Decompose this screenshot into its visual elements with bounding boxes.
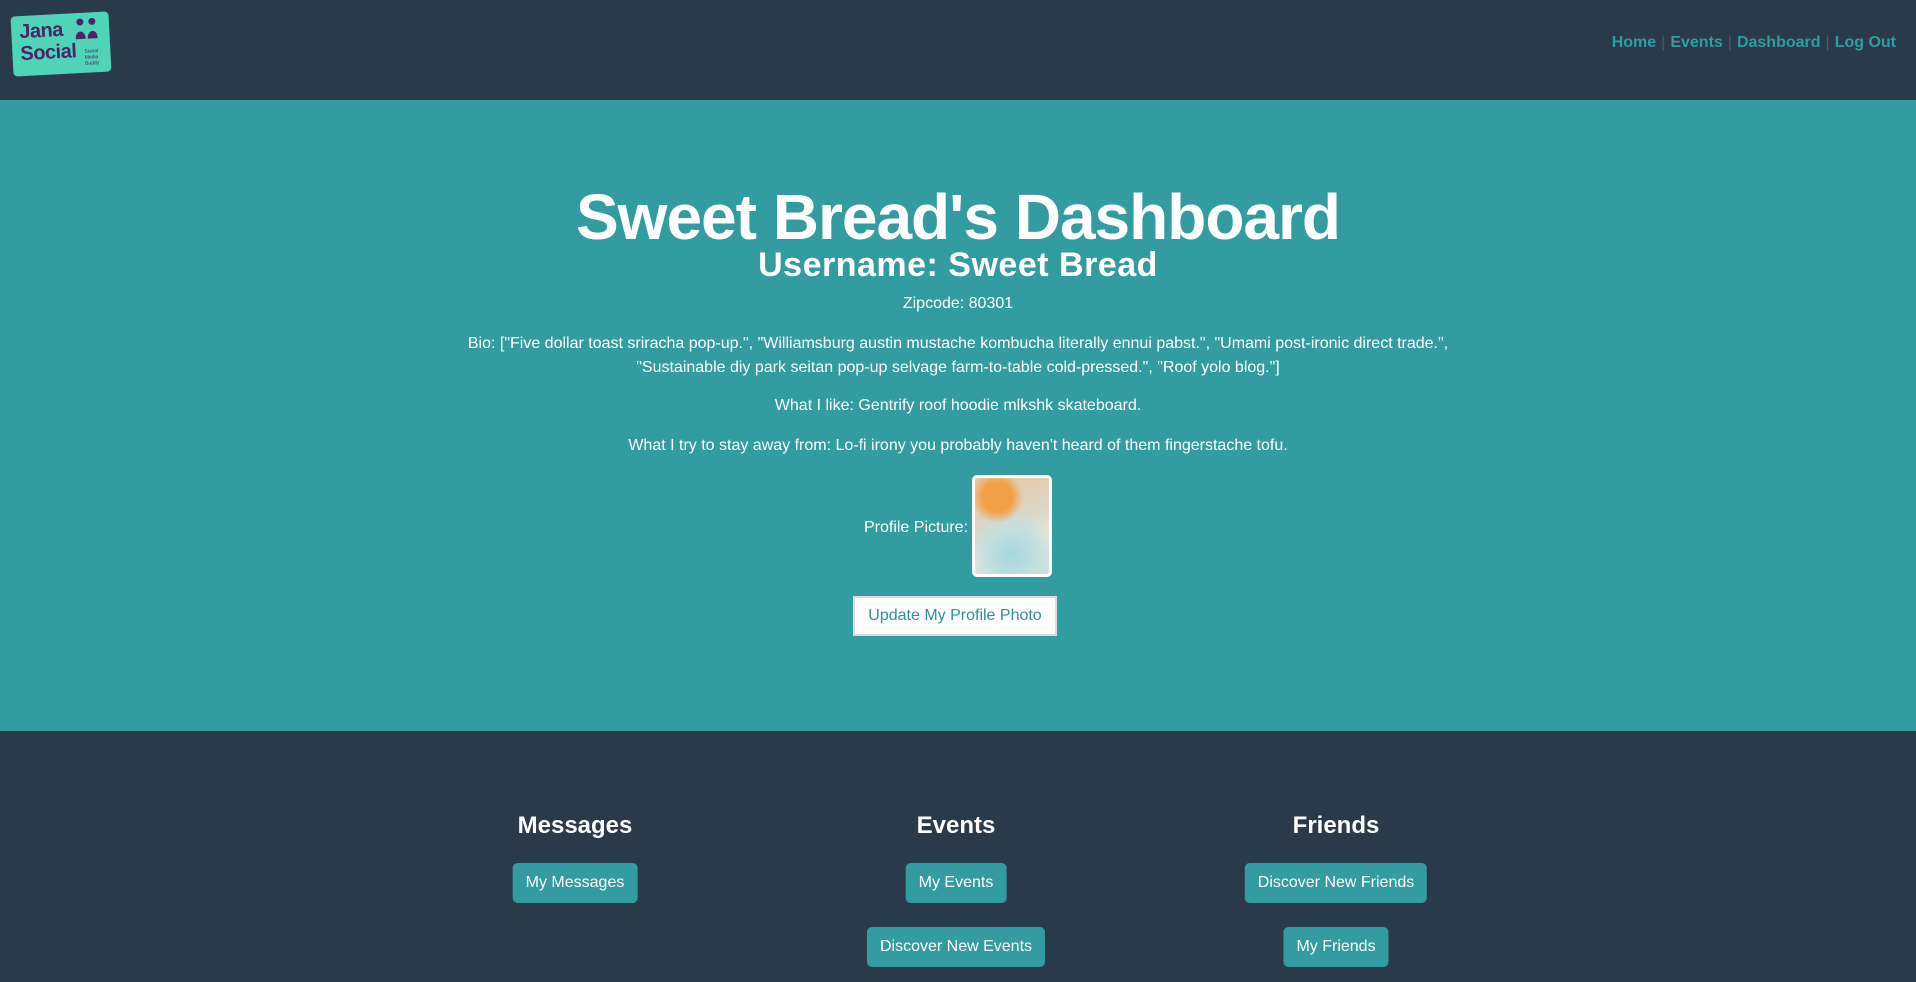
dashboard-sections: Messages My Messages Events My Events Di…: [0, 731, 1916, 982]
messages-section: Messages My Messages: [425, 811, 725, 903]
profile-picture-row: Profile Picture:: [0, 475, 1916, 577]
nav-separator: |: [1727, 34, 1732, 51]
people-icon: [75, 17, 98, 40]
nav-separator: |: [1825, 34, 1830, 51]
my-messages-button[interactable]: My Messages: [512, 863, 638, 903]
discover-new-friends-button[interactable]: Discover New Friends: [1244, 863, 1428, 903]
nav-events-link[interactable]: Events: [1670, 34, 1722, 52]
nav-links: Home | Events | Dashboard | Log Out: [1612, 34, 1896, 52]
my-events-button[interactable]: My Events: [905, 863, 1007, 903]
bio-text: Bio: ["Five dollar toast sriracha pop-up…: [467, 335, 1449, 376]
nav-dashboard-link[interactable]: Dashboard: [1737, 34, 1821, 52]
profile-hero: Sweet Bread's Dashboard Username: Sweet …: [0, 100, 1916, 731]
nav-home-link[interactable]: Home: [1612, 34, 1656, 52]
likes-text: What I like: Gentrify roof hoodie mlkshk…: [774, 397, 1142, 414]
my-friends-button[interactable]: My Friends: [1283, 927, 1389, 967]
zipcode-text: Zipcode: 80301: [902, 295, 1014, 312]
discover-new-events-button[interactable]: Discover New Events: [866, 927, 1046, 967]
profile-picture-label: Profile Picture:: [863, 519, 969, 536]
events-heading: Events: [916, 812, 996, 839]
update-profile-photo-button[interactable]: Update My Profile Photo: [853, 596, 1057, 636]
navbar: Jana Social Social Media Buddy Home | Ev…: [0, 0, 1916, 100]
friends-section: Friends Discover New Friends My Friends: [1186, 811, 1486, 967]
messages-heading: Messages: [517, 812, 633, 839]
nav-logout-link[interactable]: Log Out: [1835, 34, 1896, 52]
friends-heading: Friends: [1292, 812, 1380, 839]
profile-picture: [972, 475, 1053, 577]
username-heading: Username: Sweet Bread: [758, 246, 1158, 284]
page-title: Sweet Bread's Dashboard: [575, 181, 1341, 253]
jana-social-logo[interactable]: Jana Social Social Media Buddy: [10, 11, 112, 77]
logo-tagline: Social Media Buddy: [84, 48, 100, 67]
nav-separator: |: [1661, 34, 1666, 51]
events-section: Events My Events Discover New Events: [806, 811, 1106, 967]
dislikes-text: What I try to stay away from: Lo-fi iron…: [628, 437, 1288, 454]
